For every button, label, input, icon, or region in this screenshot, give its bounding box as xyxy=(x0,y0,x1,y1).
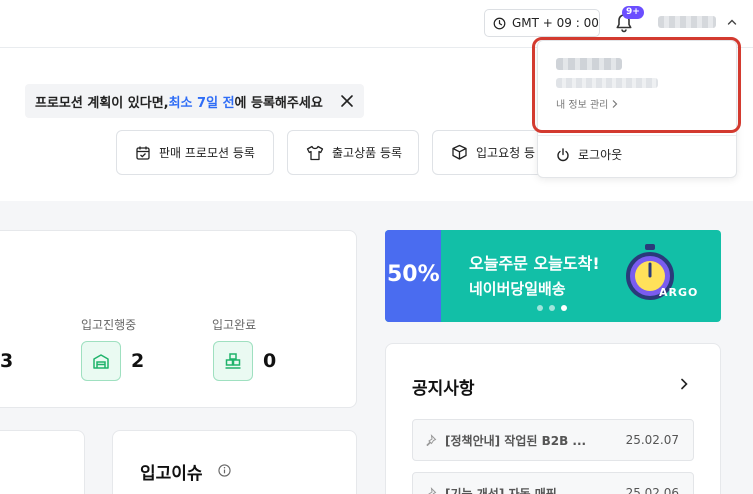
banner-pagination xyxy=(537,305,567,311)
action-label: 출고상품 등록 xyxy=(332,146,403,160)
power-icon xyxy=(557,147,569,161)
completed-value: 0 xyxy=(263,350,277,372)
notice-text: [정책안내] 작업된 B2B ... xyxy=(445,433,587,448)
tooltip-text-prefix: 프로모션 계획이 있다면, xyxy=(35,95,169,111)
left-lower-card xyxy=(0,430,85,494)
inbound-status-card xyxy=(0,230,357,408)
logout-button[interactable]: 로그아웃 xyxy=(556,146,622,163)
menu-divider xyxy=(538,135,736,136)
notification-badge: 9+ xyxy=(622,6,644,19)
banner-brand: ARGO xyxy=(659,286,699,299)
banner-dot-active[interactable] xyxy=(561,305,567,311)
close-icon[interactable] xyxy=(340,94,354,108)
in-progress-value: 2 xyxy=(131,350,145,372)
notice-item[interactable]: [정책안내] 작업된 B2B ... 25.02.07 xyxy=(412,419,694,461)
logout-label: 로그아웃 xyxy=(578,148,623,162)
banner-dot[interactable] xyxy=(549,305,555,311)
info-icon[interactable] xyxy=(218,464,231,477)
calendar-check-icon xyxy=(136,146,150,160)
chevron-right-icon[interactable] xyxy=(678,377,690,391)
sales-promotion-register-button[interactable]: 판매 프로모션 등록 xyxy=(116,130,274,175)
timezone-label: GMT + 09 : 00 xyxy=(512,16,599,30)
highlight-box xyxy=(532,37,741,133)
banner-dot[interactable] xyxy=(537,305,543,311)
banner-percent: 50% xyxy=(387,262,440,287)
tooltip-text-suffix: 에 등록해주세요 xyxy=(234,95,323,111)
tshirt-icon xyxy=(306,145,324,160)
shipment-product-register-button[interactable]: 출고상품 등록 xyxy=(287,130,419,175)
timezone-selector[interactable]: GMT + 09 : 00 xyxy=(484,9,600,37)
notice-item[interactable]: [기능 개선] 자동 매핑 25.02.06 xyxy=(412,472,694,494)
action-label: 판매 프로모션 등록 xyxy=(159,146,255,160)
completed-label: 입고완료 xyxy=(212,318,257,332)
boxes-icon xyxy=(213,341,253,381)
inbound-issue-title: 입고이슈 xyxy=(140,464,203,484)
partial-stat-value: 3 xyxy=(0,350,14,372)
promo-banner[interactable]: 50% 오늘주문 오늘도착! 네이버당일배송 ARGO xyxy=(385,230,721,322)
banner-subheadline: 네이버당일배송 xyxy=(469,280,566,298)
notice-date: 25.02.06 xyxy=(625,486,679,494)
promotion-tooltip: 프로모션 계획이 있다면, 최소 7일 전 에 등록해주세요 xyxy=(25,84,364,118)
pin-icon xyxy=(428,487,437,494)
pin-icon xyxy=(426,434,437,446)
notice-title: 공지사항 xyxy=(412,379,475,399)
notice-date: 25.02.07 xyxy=(625,433,679,447)
chevron-up-icon[interactable] xyxy=(726,16,738,28)
clock-icon xyxy=(493,17,506,29)
action-label: 입고요청 등 xyxy=(476,146,536,160)
banner-headline: 오늘주문 오늘도착! xyxy=(469,254,600,273)
box-plus-icon xyxy=(452,144,467,160)
tooltip-text-highlight: 최소 7일 전 xyxy=(168,95,235,111)
in-progress-label: 입고진행중 xyxy=(81,318,137,332)
warehouse-icon xyxy=(81,341,121,381)
notice-text: [기능 개선] 자동 매핑 xyxy=(445,486,557,494)
user-name-blurred[interactable] xyxy=(658,16,716,28)
